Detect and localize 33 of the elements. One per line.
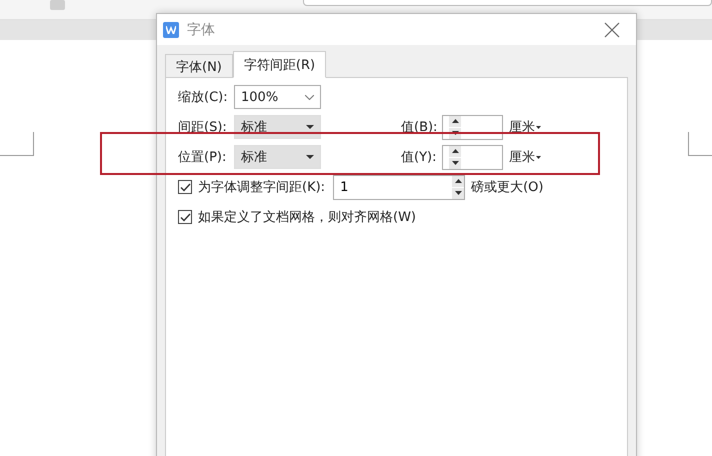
close-button[interactable] xyxy=(604,22,620,38)
field-label: 间距(S): xyxy=(178,119,228,136)
window-title: 字体 xyxy=(187,20,216,38)
chevron-down-icon xyxy=(305,94,314,100)
field-label: 值(Y): xyxy=(401,149,438,166)
unit-dropdown[interactable]: 厘米 xyxy=(509,148,541,166)
page-corner-mark xyxy=(688,132,712,156)
field-label: 缩放(C): xyxy=(178,89,229,106)
spin-field[interactable] xyxy=(442,114,503,140)
app-icon xyxy=(163,22,179,38)
scale-combo[interactable]: 100% xyxy=(234,85,321,109)
caret-icon xyxy=(306,125,314,129)
dropdown[interactable]: 标准 xyxy=(234,115,321,139)
checkbox[interactable] xyxy=(178,210,192,224)
spin-field[interactable] xyxy=(442,144,503,170)
field-label: 位置(P): xyxy=(178,149,228,166)
spin-buttons[interactable] xyxy=(449,116,461,138)
caret-icon xyxy=(536,156,541,158)
caret-icon xyxy=(306,155,314,159)
spin-field[interactable]: 1 xyxy=(333,174,466,200)
checkbox[interactable] xyxy=(178,180,192,194)
spin-buttons[interactable] xyxy=(452,176,464,198)
checkbox-label: 为字体调整字间距(K): xyxy=(198,179,326,196)
field-label: 值(B): xyxy=(401,119,438,136)
unit-dropdown[interactable]: 厘米 xyxy=(509,118,541,136)
tab[interactable]: 字符间距(R) xyxy=(232,51,326,78)
checkbox-label: 如果定义了文档网格，则对齐网格(W) xyxy=(198,209,416,226)
page-corner-mark xyxy=(0,132,34,156)
spin-buttons[interactable] xyxy=(449,146,461,168)
field-label: 磅或更大(O) xyxy=(471,179,544,196)
caret-icon xyxy=(536,126,541,128)
tab[interactable]: 字体(N) xyxy=(165,54,233,78)
dropdown[interactable]: 标准 xyxy=(234,145,321,169)
